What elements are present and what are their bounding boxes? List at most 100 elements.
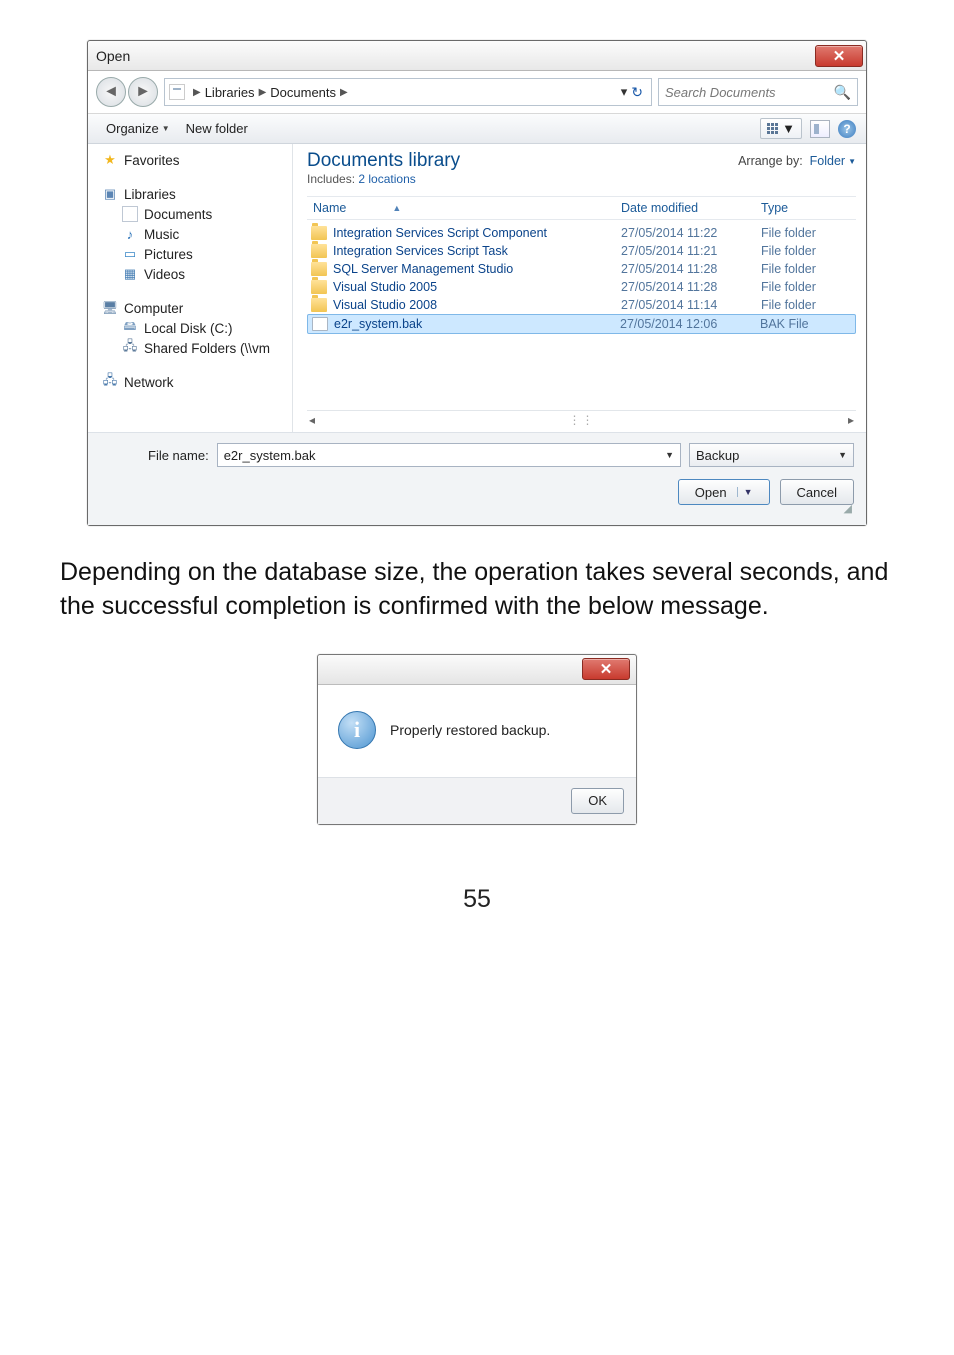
file-name: Integration Services Script Task bbox=[333, 244, 621, 258]
nav-pictures[interactable]: ▭ Pictures bbox=[88, 244, 292, 264]
message-dialog: ✕ i Properly restored backup. OK bbox=[317, 654, 637, 825]
nav-local-disk[interactable]: 🖴 Local Disk (C:) bbox=[88, 318, 292, 338]
folder-icon bbox=[311, 280, 327, 294]
chevron-down-icon: ▼ bbox=[782, 121, 795, 136]
nav-computer[interactable]: 🖥 Computer bbox=[88, 298, 292, 318]
views-icon bbox=[767, 123, 778, 134]
nav-favorites[interactable]: ★ Favorites bbox=[88, 150, 292, 170]
file-type: File folder bbox=[761, 244, 856, 258]
file-name: e2r_system.bak bbox=[334, 317, 620, 331]
file-date: 27/05/2014 11:28 bbox=[621, 262, 761, 276]
file-type: File folder bbox=[761, 280, 856, 294]
address-dropdown-icon[interactable]: ▾ bbox=[621, 84, 628, 100]
bottom-bar: File name: e2r_system.bak ▼ Backup ▼ Ope… bbox=[88, 432, 866, 525]
breadcrumb-sep-icon: ▶ bbox=[336, 87, 352, 98]
views-button[interactable]: ▼ bbox=[760, 118, 802, 139]
file-name: Visual Studio 2008 bbox=[333, 298, 621, 312]
location-icon bbox=[169, 84, 185, 100]
includes-locations-link[interactable]: 2 locations bbox=[358, 172, 415, 186]
scrollbar-track[interactable]: ⋮⋮ bbox=[315, 413, 848, 427]
file-row[interactable]: Integration Services Script Task27/05/20… bbox=[307, 242, 856, 260]
drive-icon: 🖴 bbox=[122, 320, 138, 336]
file-type: File folder bbox=[761, 226, 856, 240]
breadcrumb-item[interactable]: Libraries bbox=[205, 85, 255, 100]
close-icon: ✕ bbox=[833, 47, 846, 65]
file-type: File folder bbox=[761, 262, 856, 276]
file-type-filter[interactable]: Backup ▼ bbox=[689, 443, 854, 467]
breadcrumb[interactable]: ▶ Libraries ▶ Documents ▶ ▾ ↻ bbox=[164, 78, 652, 106]
column-headers: Name ▲ Date modified Type bbox=[307, 196, 856, 220]
scroll-right-icon[interactable]: ▸ bbox=[848, 413, 854, 427]
help-button[interactable]: ? bbox=[838, 120, 856, 138]
nav-music[interactable]: ♪ Music bbox=[88, 224, 292, 244]
chevron-down-icon: ▼ bbox=[838, 450, 847, 460]
file-row[interactable]: Visual Studio 200827/05/2014 11:14File f… bbox=[307, 296, 856, 314]
window-title: Open bbox=[96, 48, 130, 64]
folder-icon bbox=[311, 262, 327, 276]
nav-shared-folders[interactable]: 🖧 Shared Folders (\\vm bbox=[88, 338, 292, 358]
col-header-type[interactable]: Type bbox=[761, 201, 856, 215]
pictures-icon: ▭ bbox=[122, 246, 138, 262]
close-button[interactable]: ✕ bbox=[582, 658, 630, 680]
file-type: BAK File bbox=[760, 317, 855, 331]
file-name: SQL Server Management Studio bbox=[333, 262, 621, 276]
nav-videos[interactable]: ▦ Videos bbox=[88, 264, 292, 284]
file-name-input[interactable]: e2r_system.bak ▼ bbox=[217, 443, 681, 467]
shared-folder-icon: 🖧 bbox=[122, 340, 138, 356]
arrange-by: Arrange by: Folder ▼ bbox=[738, 150, 856, 168]
sort-asc-icon: ▲ bbox=[392, 203, 401, 213]
document-icon bbox=[122, 206, 138, 222]
nav-network[interactable]: 🖧 Network bbox=[88, 372, 292, 392]
breadcrumb-sep-icon: ▶ bbox=[189, 87, 205, 98]
nav-documents[interactable]: Documents bbox=[88, 204, 292, 224]
computer-icon: 🖥 bbox=[102, 300, 118, 316]
breadcrumb-item[interactable]: Documents bbox=[270, 85, 336, 100]
file-list: Integration Services Script Component27/… bbox=[307, 220, 856, 410]
message-text: Properly restored backup. bbox=[390, 722, 550, 738]
search-icon: 🔍 bbox=[834, 84, 851, 101]
organize-button[interactable]: Organize ▼ bbox=[98, 118, 178, 139]
nav-pane: ★ Favorites ▣ Libraries Documents ♪ bbox=[88, 144, 293, 432]
file-date: 27/05/2014 11:22 bbox=[621, 226, 761, 240]
search-input[interactable]: Search Documents 🔍 bbox=[658, 78, 858, 106]
new-folder-button[interactable]: New folder bbox=[178, 118, 256, 139]
forward-button[interactable]: ► bbox=[128, 77, 158, 107]
open-dialog: Open ✕ ◄ ► ▶ Libraries ▶ Documents ▶ ▾ ↻ bbox=[87, 40, 867, 526]
title-bar: Open ✕ bbox=[88, 41, 866, 71]
libraries-icon: ▣ bbox=[102, 186, 118, 202]
address-bar-row: ◄ ► ▶ Libraries ▶ Documents ▶ ▾ ↻ Search… bbox=[88, 71, 866, 114]
info-icon: i bbox=[338, 711, 376, 749]
file-type: File folder bbox=[761, 298, 856, 312]
chevron-down-icon: ▼ bbox=[162, 124, 170, 133]
body-paragraph: Depending on the database size, the oper… bbox=[60, 556, 894, 624]
file-name: Integration Services Script Component bbox=[333, 226, 621, 240]
chevron-down-icon: ▼ bbox=[848, 157, 856, 166]
open-button[interactable]: Open ▼ bbox=[678, 479, 770, 505]
cancel-button[interactable]: Cancel bbox=[780, 479, 854, 505]
chevron-down-icon[interactable]: ▼ bbox=[665, 450, 674, 460]
file-row[interactable]: Visual Studio 200527/05/2014 11:28File f… bbox=[307, 278, 856, 296]
file-icon bbox=[312, 317, 328, 331]
star-icon: ★ bbox=[102, 152, 118, 168]
videos-icon: ▦ bbox=[122, 266, 138, 282]
file-row[interactable]: e2r_system.bak27/05/2014 12:06BAK File bbox=[307, 314, 856, 334]
arrange-by-dropdown[interactable]: Folder ▼ bbox=[810, 154, 856, 168]
folder-icon bbox=[311, 298, 327, 312]
folder-icon bbox=[311, 244, 327, 258]
close-icon: ✕ bbox=[600, 660, 613, 678]
refresh-icon[interactable]: ↻ bbox=[631, 84, 643, 101]
message-title-bar: ✕ bbox=[318, 655, 636, 685]
page-number: 55 bbox=[60, 885, 894, 914]
open-split-icon[interactable]: ▼ bbox=[737, 487, 753, 497]
back-button[interactable]: ◄ bbox=[96, 77, 126, 107]
col-header-date[interactable]: Date modified bbox=[621, 201, 761, 215]
file-row[interactable]: SQL Server Management Studio27/05/2014 1… bbox=[307, 260, 856, 278]
close-button[interactable]: ✕ bbox=[815, 45, 863, 67]
col-header-name[interactable]: Name ▲ bbox=[307, 201, 621, 215]
resize-grip-icon[interactable]: ◢ bbox=[148, 505, 854, 513]
nav-libraries[interactable]: ▣ Libraries bbox=[88, 184, 292, 204]
file-pane: Documents library Includes: 2 locations … bbox=[293, 144, 866, 432]
ok-button[interactable]: OK bbox=[571, 788, 624, 814]
preview-pane-button[interactable] bbox=[810, 120, 830, 138]
file-row[interactable]: Integration Services Script Component27/… bbox=[307, 224, 856, 242]
